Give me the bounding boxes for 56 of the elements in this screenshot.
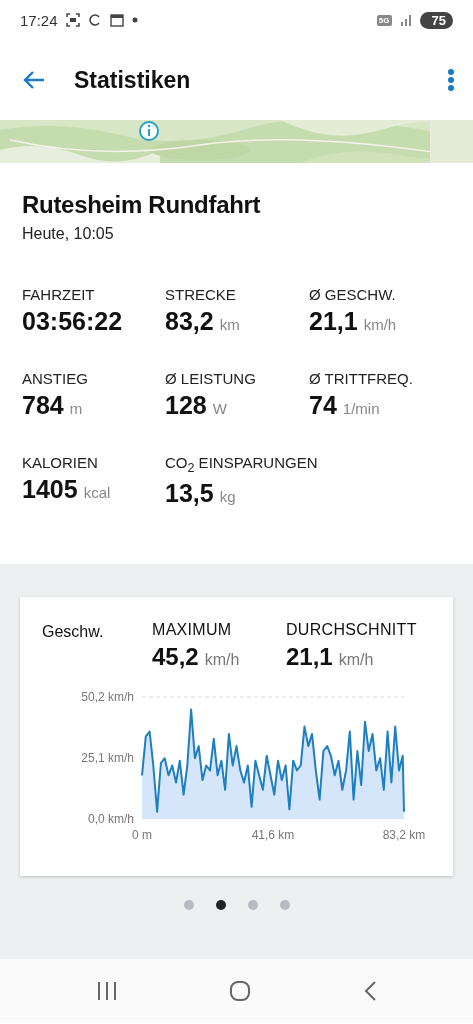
stat-unit: km/h: [363, 316, 397, 333]
calendar-icon: [109, 13, 124, 27]
summary-label: MAXIMUM: [152, 621, 233, 639]
summary-unit: km/h: [338, 651, 374, 669]
stat-unit: km: [219, 316, 240, 333]
dot-icon: [131, 17, 138, 23]
page-indicator-dot[interactable]: [247, 900, 258, 910]
stat-unit: 1/min: [342, 400, 380, 417]
stat-label: Ø LEISTUNG: [165, 370, 256, 387]
screenshot-icon: [65, 13, 80, 27]
stat-unit: W: [212, 400, 227, 417]
stat-value: 1405: [22, 475, 78, 504]
page-indicator-dot[interactable]: [183, 900, 194, 910]
x-axis-label: 41,6 km: [251, 828, 295, 842]
summary-value: 21,1: [286, 643, 333, 671]
stat-label: ANSTIEG: [22, 370, 88, 387]
stat-label: KALORIEN: [22, 454, 98, 471]
chart-title: Geschw.: [42, 623, 105, 642]
stat-value: 128: [165, 391, 207, 420]
ride-title: Rutesheim Rundfahrt: [22, 191, 262, 219]
signal-icon: [399, 14, 412, 26]
page-indicator-dot[interactable]: [279, 900, 290, 910]
battery-indicator: 75: [419, 11, 453, 29]
stat-unit: m: [69, 400, 83, 417]
home-icon[interactable]: [229, 980, 252, 1002]
screen-title: Statistiken: [74, 66, 192, 94]
stat-value: 21,1: [309, 307, 358, 336]
y-axis-label: 25,1 km/h: [81, 751, 134, 765]
x-axis-label: 83,2 km: [382, 828, 426, 842]
recent-apps-icon[interactable]: [95, 981, 118, 1001]
network-badge: 5G: [376, 14, 392, 26]
stat-value: 74: [309, 391, 337, 420]
stat-unit: kg: [219, 488, 236, 505]
ride-date: Heute, 10:05: [22, 225, 115, 243]
page-indicator-dot[interactable]: [215, 900, 226, 910]
stat-value: 03:56:22: [22, 307, 123, 336]
stat-label: Ø TRITTFREQ.: [309, 370, 413, 387]
stat-value: 784: [22, 391, 64, 420]
stat-label: CO$_{2}$ EINSPARUNGEN: [165, 454, 318, 475]
y-axis-label: 0,0 km/h: [87, 812, 134, 826]
more-options-icon[interactable]: [447, 68, 455, 92]
stat-value: 83,2: [165, 307, 214, 336]
stat-label: FAHRZEIT: [22, 286, 95, 303]
status-time: 17:24: [20, 11, 58, 29]
sync-icon: [87, 13, 102, 27]
y-axis-label: 50,2 km/h: [81, 690, 134, 704]
summary-unit: km/h: [204, 651, 240, 669]
stat-label: Ø GESCHW.: [309, 286, 396, 303]
back-icon[interactable]: [363, 980, 378, 1002]
stat-value: 13,5: [165, 479, 214, 508]
back-arrow-icon[interactable]: [22, 70, 46, 90]
summary-value: 45,2: [152, 643, 199, 671]
x-axis-label: 0 m: [132, 828, 152, 842]
summary-label: DURCHSCHNITT: [286, 621, 418, 639]
stat-unit: kcal: [83, 484, 111, 501]
stat-label: STRECKE: [165, 286, 236, 303]
